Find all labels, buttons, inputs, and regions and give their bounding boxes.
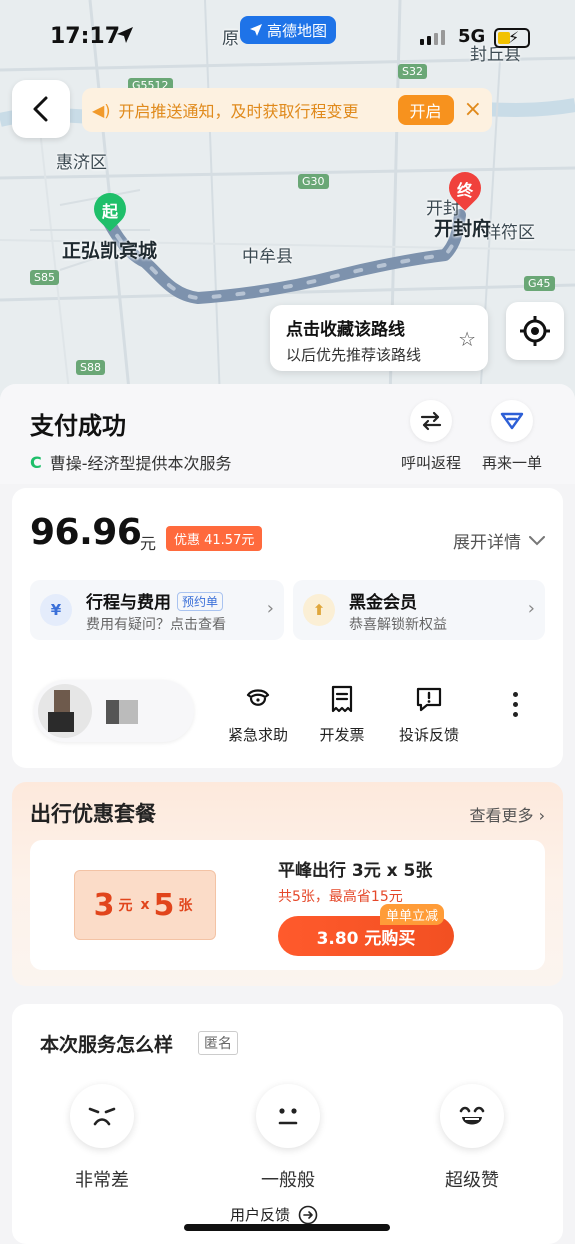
user-feedback-link[interactable]: 用户反馈 [230, 1204, 318, 1225]
star-icon[interactable]: ☆ [458, 327, 476, 351]
instant-discount-tag: 单单立减 [380, 904, 445, 925]
police-shield-icon [218, 684, 298, 714]
promo-subtitle: 共5张，最高省15元 [278, 889, 403, 905]
send-arrow-icon [249, 24, 262, 36]
fare-unit: 元 [140, 534, 157, 553]
arrow-right-circle-icon [298, 1205, 318, 1224]
push-notification-banner: ◀) 开启推送通知，及时获取行程变更 开启 × [82, 88, 492, 132]
emergency-help-button[interactable]: 紧急求助 [218, 684, 298, 745]
notification-text: 开启推送通知，及时获取行程变更 [118, 102, 359, 121]
rating-neutral-option[interactable]: 一般般 [238, 1084, 338, 1192]
rating-bad-option[interactable]: 非常差 [52, 1084, 152, 1192]
chevron-right-icon: › [266, 598, 274, 619]
road-g45: G45 [524, 276, 555, 291]
fare-card: 96.96 元 优惠 41.57元 展开详情 ¥ 行程与费用 预约单 费用有疑问？… [12, 488, 563, 768]
fare-amount: 96.96 [30, 512, 142, 553]
promo-title: 出行优惠套餐 [30, 802, 156, 826]
provider-logo-icon: C [30, 452, 42, 472]
neutral-face-icon [256, 1084, 320, 1148]
status-time: 17:17 [50, 24, 121, 49]
trip-fee-title: 行程与费用 [86, 593, 171, 613]
return-trip-button[interactable]: 呼叫返程 [396, 400, 466, 473]
enable-notification-button[interactable]: 开启 [397, 95, 454, 125]
location-arrow-icon [117, 27, 133, 43]
payment-header: 支付成功 C 曹操-经济型提供本次服务 呼叫返程 再来一单 [0, 384, 575, 484]
yen-icon: ¥ [40, 594, 72, 626]
map-label-huiji: 惠济区 [56, 153, 107, 173]
member-title: 黑金会员 [349, 593, 417, 613]
map-label-zhongmou: 中牟县 [242, 247, 293, 267]
status-bar: 17:17 高德地图 5G ⚡ [0, 0, 575, 70]
discount-badge: 优惠 41.57元 [166, 526, 263, 551]
driver-avatar [38, 684, 92, 738]
complaint-button[interactable]: 投诉反馈 [389, 684, 469, 745]
map-label-xiangfu: 祥符区 [484, 223, 535, 243]
end-location-label: 开封府 [434, 218, 492, 240]
end-pin: 终 [442, 165, 488, 212]
trip-result-sheet: 支付成功 C 曹操-经济型提供本次服务 呼叫返程 再来一单 96.96 元 优惠… [0, 384, 575, 1244]
map-app-badge[interactable]: 高德地图 [240, 16, 336, 44]
receipt-icon [302, 684, 382, 714]
rating-title: 本次服务怎么样 [40, 1034, 174, 1056]
alert-message-icon [389, 684, 469, 714]
more-options-icon[interactable] [513, 692, 519, 722]
invoice-button[interactable]: 开发票 [302, 684, 382, 745]
member-entry[interactable]: ⬆ 黑金会员 恭喜解锁新权益 › [293, 580, 545, 640]
chevron-right-icon: › [527, 598, 535, 619]
driver-info[interactable] [34, 680, 194, 742]
start-pin: 起 [87, 186, 133, 233]
road-g30: G30 [298, 174, 329, 189]
speaker-icon: ◀) [92, 100, 111, 120]
member-subtitle: 恭喜解锁新权益 [349, 617, 447, 633]
network-type: 5G [458, 26, 486, 47]
signal-icon [420, 30, 445, 45]
locate-crosshair-icon [520, 316, 550, 346]
home-indicator[interactable] [184, 1224, 390, 1231]
coupon-graphic: 3 元 x 5 张 [74, 870, 216, 940]
member-up-arrow-icon: ⬆ [303, 594, 335, 626]
trip-fee-subtitle: 费用有疑问？点击查看 [86, 617, 226, 633]
sad-face-icon [70, 1084, 134, 1148]
happy-face-icon [440, 1084, 504, 1148]
close-icon[interactable]: × [464, 99, 482, 121]
reorder-icon [491, 400, 533, 442]
reorder-button[interactable]: 再来一单 [477, 400, 547, 473]
expand-details-button[interactable]: 展开详情 [453, 528, 545, 553]
promo-see-more-link[interactable]: 查看更多 › [470, 802, 546, 826]
locate-button[interactable] [506, 302, 564, 360]
chevron-down-icon [529, 535, 545, 545]
service-rating-card: 本次服务怎么样 匿名 非常差 一般般 超级赞 用户反馈 [12, 1004, 563, 1244]
back-button[interactable] [12, 80, 70, 138]
promo-item: 3 元 x 5 张 平峰出行 3元 x 5张 共5张，最高省15元 3.80 元… [30, 840, 545, 970]
service-provider: C 曹操-经济型提供本次服务 [30, 452, 232, 474]
road-s88: S88 [76, 360, 105, 375]
promo-package-card: 出行优惠套餐 查看更多 › 3 元 x 5 张 平峰出行 3元 x 5张 共5张… [12, 782, 563, 986]
anonymous-badge: 匿名 [198, 1031, 238, 1055]
start-location-label: 正弘凯宾城 [62, 240, 158, 262]
page-title: 支付成功 [30, 412, 126, 440]
driver-name-blurred [106, 700, 138, 724]
chevron-left-icon [33, 96, 48, 122]
collect-route-card[interactable]: 点击收藏该路线 以后优先推荐该路线 ☆ [270, 305, 488, 371]
trip-fee-entry[interactable]: ¥ 行程与费用 预约单 费用有疑问？点击查看 › [30, 580, 284, 640]
promo-name: 平峰出行 3元 x 5张 [278, 861, 433, 881]
route-map[interactable]: G5512 S32 G30 S85 G45 S88 惠济区 中牟县 祥符区 封丘… [0, 0, 575, 400]
reservation-tag: 预约单 [177, 592, 224, 611]
swap-arrows-icon [410, 400, 452, 442]
road-s85: S85 [30, 270, 59, 285]
battery-icon: ⚡ [494, 28, 530, 48]
rating-great-option[interactable]: 超级赞 [422, 1084, 522, 1192]
